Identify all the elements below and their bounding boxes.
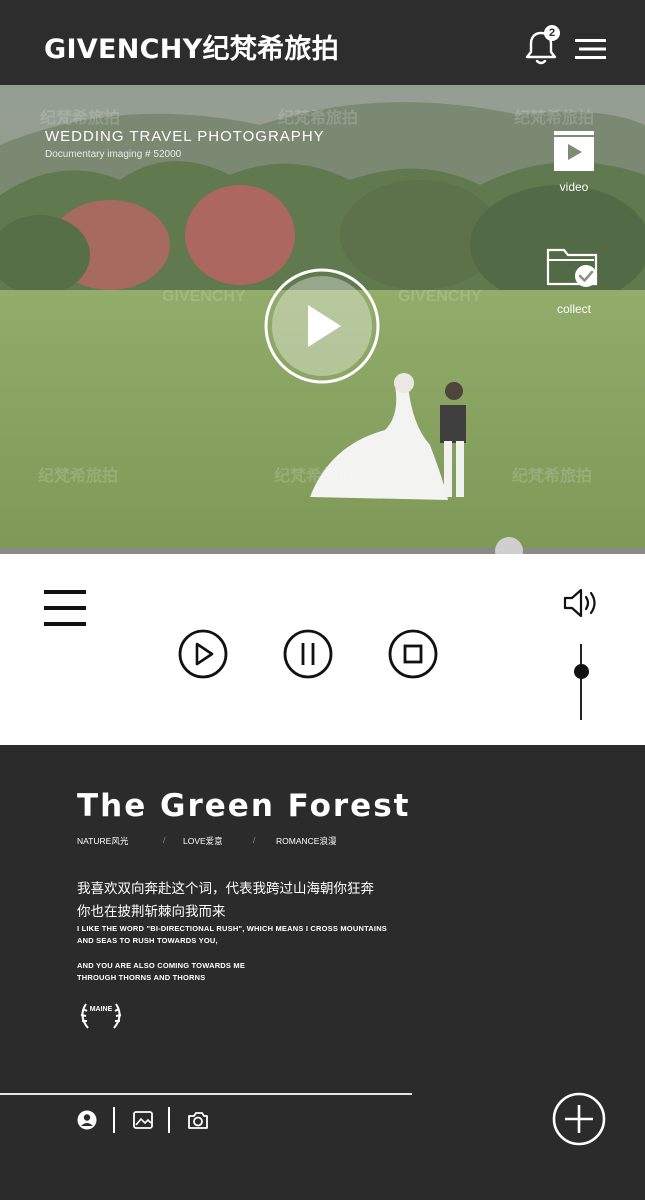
english-text-line: AND YOU ARE ALSO COMING TOWARDS ME: [77, 961, 246, 970]
volume-slider[interactable]: [580, 644, 582, 720]
english-text-line: I LIKE THE WORD "BI-DIRECTIONAL RUSH", W…: [77, 924, 388, 933]
nav-separator: [113, 1107, 115, 1133]
tag-separator: /: [253, 835, 256, 845]
play-button[interactable]: [178, 629, 228, 679]
playlist-menu-icon[interactable]: [44, 589, 86, 627]
watermark: GIVENCHY: [162, 288, 246, 305]
volume-knob[interactable]: [574, 664, 589, 679]
pause-button[interactable]: [283, 629, 333, 679]
hero-subtitle: Documentary imaging # 52000: [45, 149, 182, 160]
tag-love[interactable]: LOVE爱意: [183, 835, 223, 847]
watermark: 纪梵希旅拍: [40, 110, 121, 127]
award-badge-text: MAINE: [89, 1006, 113, 1013]
add-icon[interactable]: [552, 1092, 606, 1146]
watermark: 纪梵希旅拍: [512, 468, 593, 485]
collect-icon[interactable]: [546, 246, 602, 288]
menu-icon[interactable]: [575, 38, 606, 60]
user-icon[interactable]: [76, 1109, 98, 1131]
watermark: 纪梵希旅拍: [278, 110, 359, 127]
notification-badge: 2: [544, 25, 560, 41]
watermark: 纪梵希旅拍: [274, 468, 355, 485]
chinese-text-line: 你也在披荆斩棘向我而来: [77, 904, 226, 919]
play-overlay-button[interactable]: [264, 268, 380, 384]
tag-separator: /: [163, 835, 166, 845]
brand-logo[interactable]: GIVENCHY纪梵希旅拍: [44, 27, 339, 66]
article-title: The Green Forest: [77, 788, 411, 824]
video-label[interactable]: video: [545, 180, 603, 194]
nav-separator: [168, 1107, 170, 1133]
camera-icon[interactable]: [187, 1109, 209, 1131]
chinese-text-line: 我喜欢双向奔赴这个词，代表我跨过山海朝你狂奔: [77, 881, 374, 896]
hero-title: WEDDING TRAVEL PHOTOGRAPHY: [45, 128, 325, 145]
gallery-icon[interactable]: [132, 1109, 154, 1131]
watermark: GIVENCHY: [398, 288, 482, 305]
watermark: 纪梵希旅拍: [38, 468, 119, 485]
english-text-line: THROUGH THORNS AND THORNS: [77, 973, 206, 982]
english-text-line: AND SEAS TO RUSH TOWARDS YOU,: [77, 936, 218, 945]
tag-nature[interactable]: NATURE风光: [77, 835, 128, 847]
tag-romance[interactable]: ROMANCE浪漫: [276, 835, 336, 847]
video-icon[interactable]: [553, 130, 595, 172]
speaker-icon[interactable]: [562, 586, 600, 620]
divider: [0, 1093, 412, 1095]
watermark: 纪梵希旅拍: [514, 110, 595, 127]
collect-label[interactable]: collect: [540, 302, 608, 316]
award-laurel-icon: [80, 1003, 122, 1029]
stop-button[interactable]: [388, 629, 438, 679]
